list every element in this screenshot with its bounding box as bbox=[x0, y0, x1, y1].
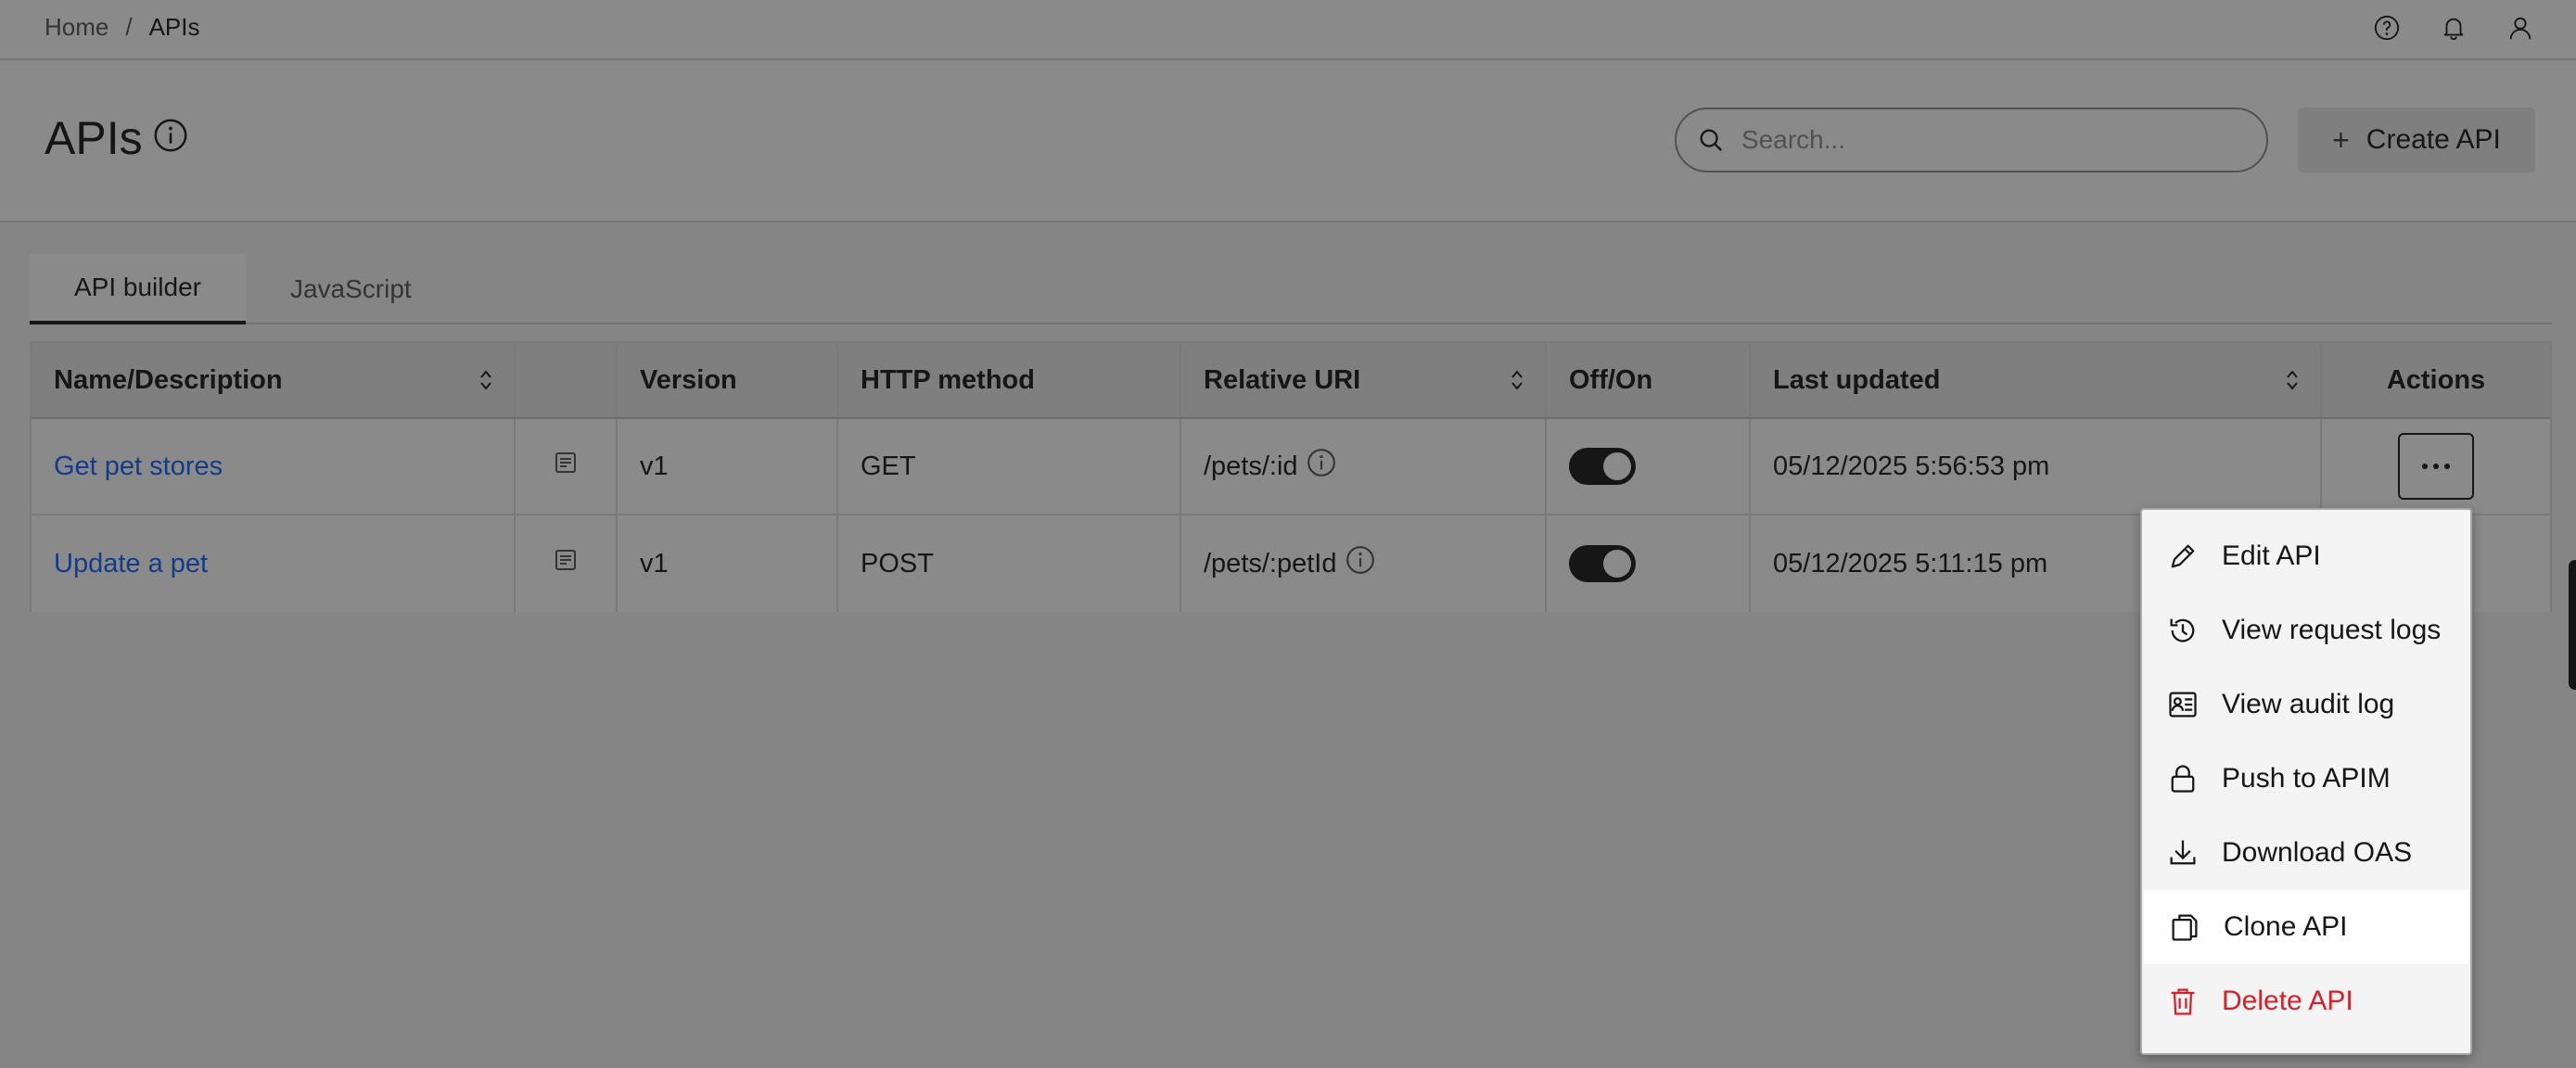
edit-icon bbox=[2171, 544, 2195, 568]
menu-item-delete-api[interactable]: Delete API bbox=[2142, 964, 2470, 1038]
trash-icon bbox=[2171, 988, 2195, 1015]
menu-item-label: View request logs bbox=[2222, 615, 2442, 645]
menu-item-label: Edit API bbox=[2222, 540, 2321, 571]
menu-item-label: Push to APIM bbox=[2222, 763, 2391, 794]
side-panel-handle[interactable] bbox=[2569, 560, 2576, 690]
actions-menu: Edit API View request logs View audit lo… bbox=[2140, 508, 2472, 1055]
audit-log-icon bbox=[2169, 692, 2197, 718]
menu-item-edit-api[interactable]: Edit API bbox=[2142, 519, 2470, 593]
menu-item-view-audit-log[interactable]: View audit log bbox=[2142, 668, 2470, 742]
menu-item-label: Clone API bbox=[2224, 911, 2348, 942]
copy-icon bbox=[2172, 914, 2198, 941]
menu-item-push-to-apim[interactable]: Push to APIM bbox=[2142, 742, 2470, 816]
download-icon bbox=[2170, 840, 2196, 865]
menu-item-clone-api[interactable]: Clone API bbox=[2144, 890, 2468, 964]
menu-item-view-request-logs[interactable]: View request logs bbox=[2142, 593, 2470, 668]
history-icon bbox=[2170, 618, 2195, 642]
lock-icon bbox=[2171, 765, 2195, 793]
menu-item-label: Delete API bbox=[2222, 985, 2353, 1016]
menu-item-label: View audit log bbox=[2222, 689, 2395, 719]
menu-item-download-oas[interactable]: Download OAS bbox=[2142, 816, 2470, 890]
menu-item-label: Download OAS bbox=[2222, 837, 2413, 868]
